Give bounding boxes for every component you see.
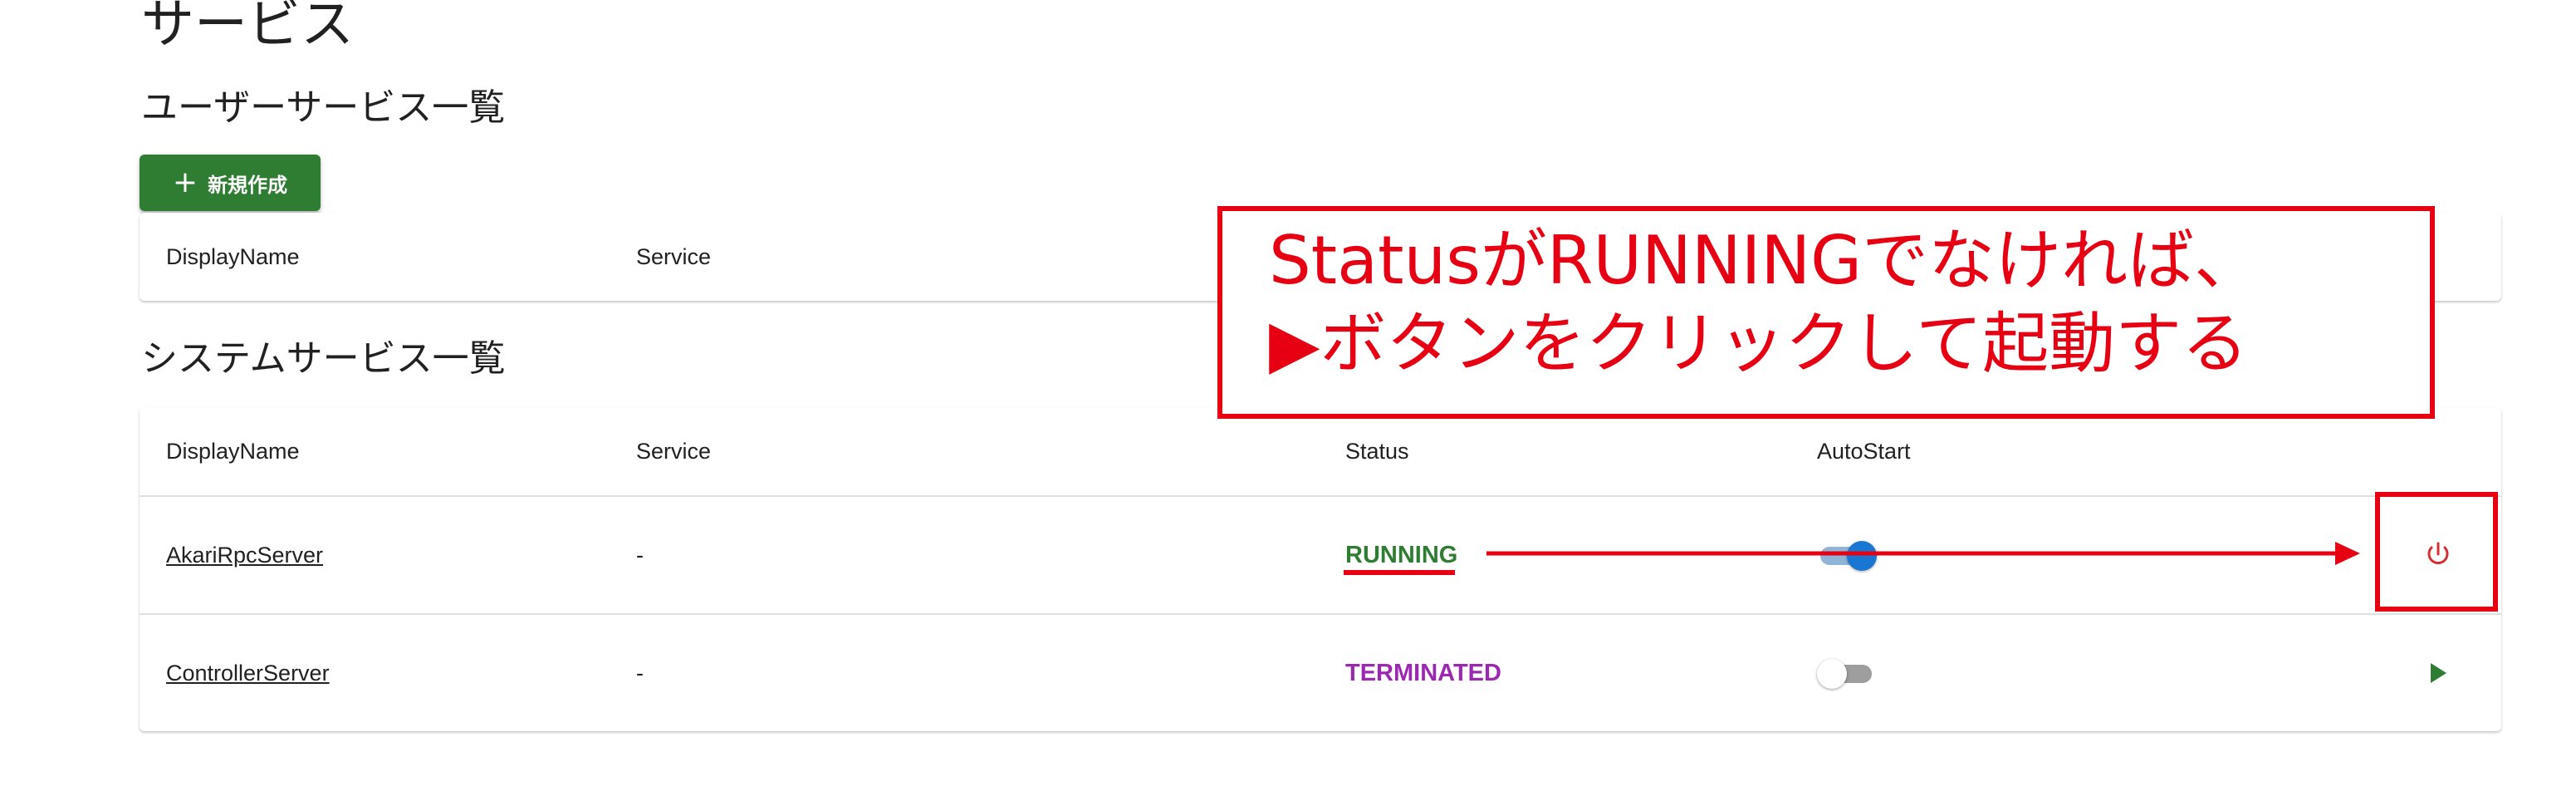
page-title: サービス — [141, 0, 354, 56]
service-cell: - — [636, 660, 644, 686]
column-header-status[interactable]: Status — [1345, 407, 1409, 495]
service-cell: - — [636, 542, 644, 568]
table-header-row: DisplayName Service Status AutoStart — [140, 407, 2501, 497]
autostart-toggle[interactable] — [1817, 656, 1875, 690]
system-services-table: DisplayName Service Status AutoStart Aka… — [140, 407, 2501, 731]
annotation-underline — [1344, 570, 1455, 575]
service-name-link[interactable]: AkariRpcServer — [166, 543, 323, 568]
new-service-label: 新規作成 — [208, 173, 288, 197]
column-header-displayname[interactable]: DisplayName — [166, 213, 300, 301]
column-header-displayname[interactable]: DisplayName — [166, 407, 300, 495]
annotation-callout: StatusがRUNNINGでなければ、 ▶ボタンをクリックして起動する — [1217, 206, 2435, 419]
service-name-link[interactable]: ControllerServer — [166, 661, 330, 686]
column-header-service[interactable]: Service — [636, 407, 711, 495]
user-services-title: ユーザーサービス一覧 — [141, 86, 506, 129]
annotation-line-2: ▶ボタンをクリックして起動する — [1269, 305, 2249, 382]
play-icon — [2431, 663, 2446, 683]
status-badge: TERMINATED — [1345, 659, 1501, 686]
annotation-line-1: StatusがRUNNINGでなければ、 — [1269, 222, 2261, 299]
new-service-button[interactable]: + 新規作成 — [140, 155, 321, 211]
system-services-title: システムサービス一覧 — [141, 337, 506, 380]
table-row: ControllerServer - TERMINATED — [140, 615, 2501, 731]
toggle-knob — [1817, 659, 1847, 689]
column-header-service[interactable]: Service — [636, 213, 711, 301]
start-service-button[interactable] — [2413, 648, 2463, 698]
annotation-arrow — [1486, 542, 2360, 565]
column-header-autostart[interactable]: AutoStart — [1817, 407, 1911, 495]
annotation-highlight-box — [2375, 492, 2498, 612]
status-badge: RUNNING — [1345, 541, 1458, 568]
plus-icon: + — [172, 165, 198, 199]
